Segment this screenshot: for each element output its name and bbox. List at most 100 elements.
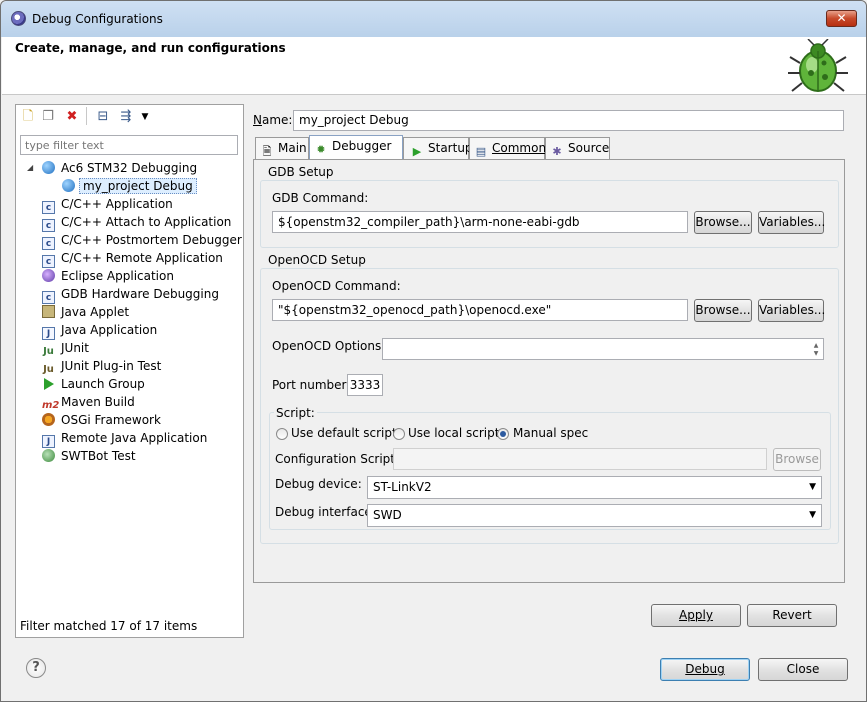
config-script-browse-button[interactable]: Browse bbox=[773, 448, 821, 471]
name-mnemonic: N bbox=[253, 113, 262, 127]
gdb-command-label: GDB Command: bbox=[272, 191, 369, 205]
manual-spec-radio[interactable] bbox=[497, 428, 509, 440]
delete-icon[interactable]: ✖ bbox=[63, 108, 81, 126]
collapse-arrow-icon[interactable]: ◢ bbox=[27, 163, 33, 172]
tree-item-label: Maven Build bbox=[61, 395, 135, 409]
config-script-input[interactable] bbox=[393, 448, 767, 470]
duplicate-icon[interactable]: ❐ bbox=[39, 108, 57, 126]
tree-item[interactable]: m2 Maven Build bbox=[42, 393, 135, 411]
scroll-down-icon[interactable]: ▼ bbox=[811, 350, 821, 358]
configuration-tree-pane: 🗋 ❐ ✖ ⊟ ⇶ ▼ ◢ Ac6 STM32 Debugging my_pro… bbox=[15, 104, 244, 638]
tree-item-label: Remote Java Application bbox=[61, 431, 208, 445]
tab-label: Common bbox=[492, 141, 547, 155]
tree-item[interactable]: J Java Application bbox=[42, 321, 158, 340]
name-input[interactable]: my_project Debug bbox=[293, 110, 844, 131]
filter-input[interactable] bbox=[20, 135, 238, 155]
openocd-options-input[interactable] bbox=[382, 338, 824, 360]
collapse-all-icon[interactable]: ⊟ bbox=[94, 108, 112, 126]
tree-item[interactable]: OSGi Framework bbox=[42, 411, 161, 429]
port-number-label: Port number: bbox=[272, 378, 351, 392]
tree-item[interactable]: Java Applet bbox=[42, 303, 129, 321]
eclipse-icon bbox=[11, 11, 26, 26]
chevron-down-icon: ▼ bbox=[809, 510, 816, 520]
gdb-variables-button[interactable]: Variables... bbox=[758, 211, 825, 234]
tree-item-label: Java Application bbox=[61, 323, 158, 337]
launch-group-icon bbox=[44, 378, 54, 390]
debug-button[interactable]: Debug bbox=[660, 658, 750, 681]
source-tab-icon: ✱ bbox=[552, 145, 562, 158]
gdb-browse-button[interactable]: Browse... bbox=[694, 211, 752, 234]
header-title: Create, manage, and run configurations bbox=[15, 41, 286, 55]
local-script-label: Use local script bbox=[408, 426, 500, 440]
chevron-down-icon: ▼ bbox=[809, 482, 816, 492]
openocd-browse-button[interactable]: Browse... bbox=[694, 299, 752, 322]
tree-item-label: Java Applet bbox=[61, 305, 130, 319]
header-banner: Create, manage, and run configurations bbox=[2, 37, 866, 95]
tab-startup[interactable]: ▶ Startup bbox=[403, 137, 473, 159]
applet-icon bbox=[42, 305, 55, 318]
tree-item[interactable]: c GDB Hardware Debugging bbox=[42, 285, 219, 304]
default-script-label: Use default script bbox=[291, 426, 397, 440]
tab-label: Startup bbox=[428, 141, 473, 155]
name-label: Name: bbox=[253, 113, 292, 127]
tree-item[interactable]: Ju JUnit bbox=[42, 339, 89, 357]
toolbar-separator bbox=[86, 107, 87, 125]
debug-interface-label: Debug interface: bbox=[275, 505, 376, 519]
close-button[interactable]: Close bbox=[758, 658, 848, 681]
common-tab-icon: ▤ bbox=[475, 145, 487, 158]
debug-interface-select[interactable]: SWD ▼ bbox=[367, 504, 822, 527]
tab-label: Source bbox=[568, 141, 610, 155]
filter-status: Filter matched 17 of 17 items bbox=[20, 619, 198, 633]
help-icon[interactable]: ? bbox=[26, 658, 46, 678]
tree-item[interactable]: c C/C++ Attach to Application bbox=[42, 213, 232, 232]
openocd-command-label: OpenOCD Command: bbox=[272, 279, 401, 293]
tree-item[interactable]: c C/C++ Remote Application bbox=[42, 249, 223, 268]
openocd-variables-button[interactable]: Variables... bbox=[758, 299, 825, 322]
swtbot-icon bbox=[42, 449, 55, 462]
tab-common[interactable]: ▤ Common bbox=[469, 137, 547, 159]
main-tab-icon: 🗎 bbox=[262, 145, 272, 158]
tab-debugger[interactable]: ✹ Debugger bbox=[309, 135, 403, 160]
tree-item-label: C/C++ Attach to Application bbox=[61, 215, 232, 229]
tab-main[interactable]: 🗎 Main bbox=[255, 137, 309, 159]
tree-item-label: Eclipse Application bbox=[61, 269, 174, 283]
osgi-icon bbox=[42, 413, 55, 426]
apply-label: Apply bbox=[679, 608, 713, 622]
openocd-command-input[interactable]: "${openstm32_openocd_path}\openocd.exe" bbox=[272, 299, 688, 321]
gdb-command-input[interactable]: ${openstm32_compiler_path}\arm-none-eabi… bbox=[272, 211, 688, 233]
debug-configurations-window: Debug Configurations ✕ Create, manage, a… bbox=[0, 0, 867, 702]
debug-interface-value: SWD bbox=[373, 508, 402, 522]
tab-source[interactable]: ✱ Source bbox=[545, 137, 610, 159]
filter-icon[interactable]: ⇶ bbox=[117, 108, 135, 126]
revert-label: Revert bbox=[772, 608, 812, 622]
tree-item[interactable]: Launch Group bbox=[42, 375, 145, 393]
tree-item[interactable]: c C/C++ Application bbox=[42, 195, 173, 214]
port-number-input[interactable]: 3333 bbox=[347, 374, 383, 396]
apply-button[interactable]: Apply bbox=[651, 604, 741, 627]
default-script-radio[interactable] bbox=[276, 428, 288, 440]
tree-item[interactable]: c C/C++ Postmortem Debugger bbox=[42, 231, 242, 250]
new-config-icon[interactable]: 🗋 bbox=[19, 108, 37, 126]
tree-item[interactable]: Ju JUnit Plug-in Test bbox=[42, 357, 161, 375]
dropdown-icon[interactable]: ▼ bbox=[136, 108, 154, 126]
scroll-up-icon[interactable]: ▲ bbox=[811, 342, 821, 350]
openocd-options-label: OpenOCD Options : bbox=[272, 339, 390, 353]
local-script-radio[interactable] bbox=[393, 428, 405, 440]
tree-item-label: OSGi Framework bbox=[61, 413, 161, 427]
tree-group-ac6[interactable]: Ac6 STM32 Debugging bbox=[42, 159, 197, 177]
debug-device-select[interactable]: ST-LinkV2 ▼ bbox=[367, 476, 822, 499]
tree-item[interactable]: SWTBot Test bbox=[42, 447, 136, 465]
tree-item-selected[interactable]: my_project Debug bbox=[62, 177, 197, 195]
startup-tab-icon: ▶ bbox=[412, 145, 422, 158]
tree-item-label: C/C++ Postmortem Debugger bbox=[61, 233, 242, 247]
revert-button[interactable]: Revert bbox=[747, 604, 837, 627]
openocd-setup-title: OpenOCD Setup bbox=[266, 253, 368, 267]
name-label-text: ame: bbox=[261, 113, 293, 127]
ac6-debug-icon bbox=[62, 179, 75, 192]
tree-item[interactable]: Eclipse Application bbox=[42, 267, 174, 285]
tree-item-label: GDB Hardware Debugging bbox=[61, 287, 219, 301]
close-window-button[interactable]: ✕ bbox=[826, 10, 857, 27]
gdb-setup-title: GDB Setup bbox=[266, 165, 336, 179]
tree-item[interactable]: J Remote Java Application bbox=[42, 429, 208, 448]
debug-label: Debug bbox=[685, 662, 725, 676]
